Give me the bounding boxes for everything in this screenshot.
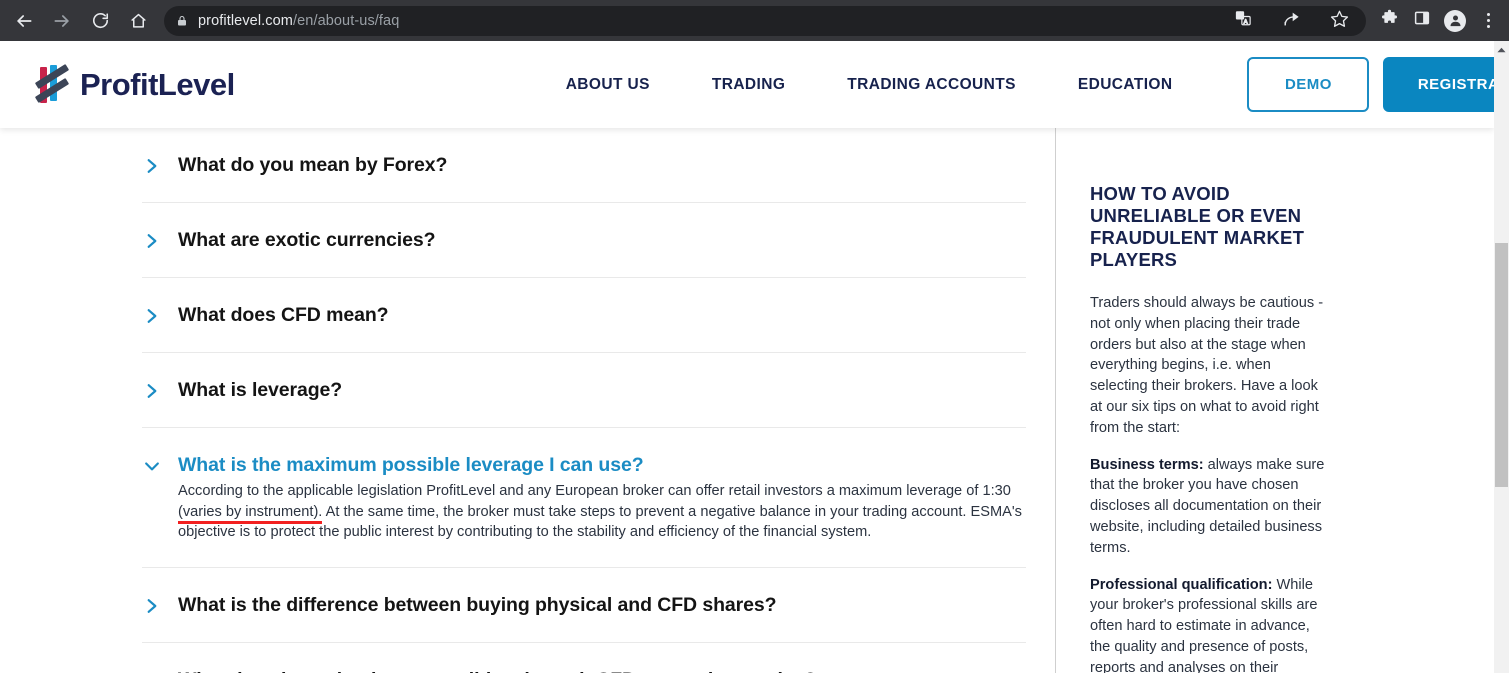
- svg-text:A: A: [1244, 19, 1248, 25]
- faq-question-row[interactable]: What are exotic currencies?: [142, 203, 1026, 277]
- chevron-right-icon: [142, 155, 162, 177]
- faq-item: What are exotic currencies?: [142, 203, 1026, 278]
- faq-question-row[interactable]: What do you mean by Forex?: [142, 128, 1026, 202]
- profile-button[interactable]: [1440, 6, 1470, 36]
- site-logo-text: ProfitLevel: [80, 66, 235, 102]
- back-button[interactable]: [8, 5, 40, 37]
- forward-button[interactable]: [46, 5, 78, 37]
- faq-item: What does investing in commodities throu…: [142, 643, 1026, 673]
- browser-toolbar: profitlevel.com/en/about-us/faq 文A: [0, 0, 1509, 41]
- site-logo[interactable]: ProfitLevel: [28, 61, 235, 109]
- nav-item-trading-accounts[interactable]: TRADING ACCOUNTS: [816, 76, 1047, 94]
- lock-icon: [176, 14, 188, 28]
- site-header: ProfitLevel ABOUT US TRADING TRADING ACC…: [0, 41, 1509, 128]
- omnibox-actions: 文A: [1228, 6, 1354, 36]
- share-button[interactable]: [1276, 6, 1306, 36]
- faq-question-text: What are exotic currencies?: [178, 229, 436, 251]
- faq-answer-text: According to the applicable legislation …: [178, 481, 1026, 567]
- page-scrollbar[interactable]: [1494, 41, 1509, 673]
- profile-avatar-icon: [1444, 9, 1466, 32]
- tip-label-business-terms: Business terms:: [1090, 456, 1204, 473]
- nav-item-trading[interactable]: TRADING: [681, 76, 816, 94]
- url-text: profitlevel.com/en/about-us/faq: [198, 13, 399, 29]
- share-icon: [1282, 9, 1301, 33]
- sidebar-intro-paragraph: Traders should always be cautious - not …: [1090, 295, 1324, 436]
- faq-item: What do you mean by Forex?: [142, 128, 1026, 203]
- faq-question-text: What does investing in commodities throu…: [178, 669, 816, 673]
- nav-item-about-us[interactable]: ABOUT US: [535, 76, 681, 94]
- faq-item: What is leverage?: [142, 353, 1026, 428]
- arrow-left-icon: [14, 11, 34, 31]
- faq-question-row[interactable]: What is leverage?: [142, 353, 1026, 427]
- chevron-right-icon: [142, 305, 162, 327]
- translate-icon: 文A: [1234, 9, 1252, 32]
- tip-label-professional-qualification: Professional qualification:: [1090, 576, 1273, 593]
- side-panel-button[interactable]: [1407, 6, 1437, 36]
- puzzle-icon: [1380, 9, 1399, 33]
- page-viewport: ProfitLevel ABOUT US TRADING TRADING ACC…: [0, 41, 1509, 673]
- faq-question-row[interactable]: What is the difference between buying ph…: [142, 568, 1026, 642]
- demo-button[interactable]: DEMO: [1247, 57, 1370, 112]
- reload-button[interactable]: [84, 5, 116, 37]
- browser-menu-button[interactable]: [1473, 6, 1503, 36]
- faq-item-expanded: What is the maximum possible leverage I …: [142, 428, 1026, 568]
- faq-question-row-active[interactable]: What is the maximum possible leverage I …: [142, 428, 1026, 481]
- faq-accordion: What do you mean by Forex? What are exot…: [142, 128, 1026, 673]
- reload-icon: [91, 11, 110, 30]
- side-panel-icon: [1413, 9, 1431, 32]
- main-navigation: ABOUT US TRADING TRADING ACCOUNTS EDUCAT…: [535, 76, 1204, 94]
- page-body: What do you mean by Forex? What are exot…: [0, 128, 1494, 673]
- sidebar-tip-business-terms: Business terms: always make sure that th…: [1090, 455, 1328, 559]
- faq-question-text: What does CFD mean?: [178, 304, 389, 326]
- translate-button[interactable]: 文A: [1228, 6, 1258, 36]
- url-domain: profitlevel.com: [198, 12, 293, 29]
- bookmark-button[interactable]: [1324, 6, 1354, 36]
- profitlevel-logo-icon: [28, 61, 76, 109]
- faq-item: What is the difference between buying ph…: [142, 568, 1026, 643]
- scrollbar-thumb[interactable]: [1495, 243, 1508, 487]
- faq-main-column: What do you mean by Forex? What are exot…: [0, 128, 1055, 673]
- faq-question-row[interactable]: What does CFD mean?: [142, 278, 1026, 352]
- chevron-down-icon: [142, 455, 162, 477]
- header-actions: DEMO REGISTRATION: [1247, 57, 1509, 112]
- faq-item: What does CFD mean?: [142, 278, 1026, 353]
- faq-question-text: What is the difference between buying ph…: [178, 593, 777, 616]
- nav-item-education[interactable]: EDUCATION: [1047, 76, 1204, 94]
- browser-nav-buttons: [0, 5, 154, 37]
- home-button[interactable]: [122, 5, 154, 37]
- home-icon: [129, 11, 148, 30]
- star-icon: [1330, 9, 1349, 33]
- sidebar-tip-professional-qualification: Professional qualification: While your b…: [1090, 575, 1328, 673]
- registration-button[interactable]: REGISTRATION: [1383, 57, 1509, 112]
- address-bar[interactable]: profitlevel.com/en/about-us/faq 文A: [164, 5, 1366, 36]
- faq-question-text-active: What is the maximum possible leverage I …: [178, 454, 644, 476]
- sidebar-title: HOW TO AVOID UNRELIABLE OR EVEN FRAUDULE…: [1090, 183, 1305, 270]
- three-dot-menu-icon: [1486, 13, 1490, 28]
- faq-question-text: What do you mean by Forex?: [178, 154, 448, 176]
- browser-action-icons: [1366, 6, 1509, 36]
- extensions-button[interactable]: [1374, 6, 1404, 36]
- arrow-right-icon: [52, 11, 72, 31]
- url-path: /en/about-us/faq: [292, 12, 400, 29]
- chevron-right-icon: [142, 380, 162, 402]
- sidebar-article: HOW TO AVOID UNRELIABLE OR EVEN FRAUDULE…: [1056, 128, 1494, 673]
- chevron-right-icon: [142, 230, 162, 252]
- scrollbar-up-arrow-button[interactable]: [1494, 41, 1509, 56]
- chevron-right-icon: [142, 595, 162, 617]
- faq-question-text: What is leverage?: [178, 379, 343, 401]
- faq-question-row[interactable]: What does investing in commodities throu…: [142, 643, 1026, 673]
- triangle-up-icon: [1497, 40, 1506, 58]
